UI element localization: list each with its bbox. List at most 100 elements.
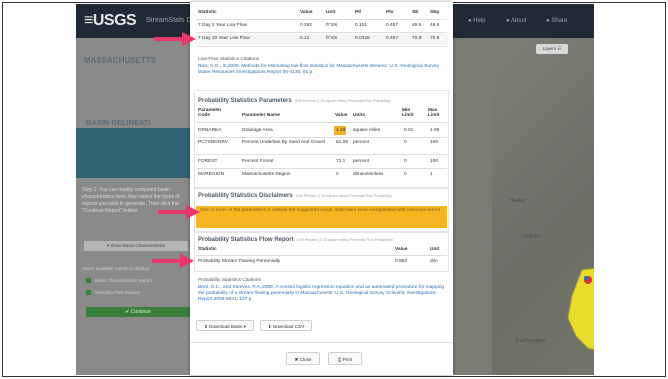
col-header-units: Units	[353, 113, 365, 118]
table-cell: dim	[430, 259, 438, 264]
col-header-pil: PIl	[355, 10, 361, 15]
show-basin-characteristics-button[interactable]: ▾ Show Basin Characteristics	[84, 241, 188, 251]
table-cell: 0.292	[300, 23, 313, 28]
table-divider	[196, 46, 447, 47]
layers-button[interactable]: Layers ☰	[536, 44, 568, 54]
checkbox-icon	[86, 278, 91, 284]
col-header-unit: Unit	[326, 10, 336, 15]
checkbox-icon	[86, 290, 91, 296]
table-cell: 70.8	[412, 36, 422, 41]
table-cell: 49.5	[412, 23, 422, 28]
table-divider	[196, 122, 447, 123]
table-cell: square miles	[353, 128, 381, 133]
table-cell: 0.0326	[355, 36, 370, 41]
table-cell: 70.8	[430, 36, 440, 41]
col-header-unit: Unit	[430, 247, 440, 252]
col-header-min-limit: Min Limit	[402, 108, 414, 118]
col-header-value: Value	[335, 113, 348, 118]
map-place-label: Easthampton	[516, 338, 546, 344]
table-cell: percent	[353, 140, 369, 145]
table-cell: 61.05	[336, 140, 349, 145]
checkbox-label: Basin Characteristics Report	[95, 278, 153, 283]
section-title: Probability Statistics Disclaimers (100 P…	[198, 193, 392, 199]
map-place-label: Hatfield	[522, 234, 539, 240]
table-cell: Massachusetts Region	[242, 172, 291, 177]
table-cell: 100	[430, 159, 439, 164]
section-title: Probability Statistics Flow Report (100 P…	[198, 237, 393, 243]
col-header-max-limit: Max Limit	[428, 108, 440, 118]
table-cell: 72.1	[336, 159, 346, 164]
table-cell: 1.33	[336, 128, 346, 133]
table-cell: 0.01	[404, 128, 414, 133]
table-cell: Drainage Area	[242, 128, 273, 133]
citations-title: Probability Statistics Citations	[198, 278, 261, 283]
annotation-arrow-icon	[152, 254, 194, 268]
table-cell: Percent Underlain By Sand And Gravel	[242, 140, 325, 145]
select-reports-label: Select available reports to display:	[82, 266, 151, 271]
table-cell: percent	[353, 159, 369, 164]
annotation-arrow-icon	[158, 205, 200, 219]
col-header-value: Value	[300, 10, 313, 15]
table-cell: 49.5	[430, 23, 440, 28]
table-cell: 0	[336, 172, 339, 177]
table-cell: 0.12	[300, 36, 310, 41]
table-cell: MAREGION	[198, 172, 225, 177]
annotation-arrow-icon	[154, 32, 196, 46]
low-flow-citation-link[interactable]: Ries, K.G., III,2000, Methods for estima…	[198, 64, 446, 76]
modal-footer-divider	[190, 342, 453, 343]
table-cell: ft^3/s	[326, 23, 338, 28]
col-header-param-code: Parameter Code	[198, 108, 222, 118]
table-cell: 7 Day 2 Year Low Flow	[198, 23, 248, 28]
col-header-statistic: Statistic	[198, 10, 217, 15]
table-cell: FOREST	[198, 159, 218, 164]
delineated-basin-polygon[interactable]	[564, 266, 594, 356]
citations-title: Low-Flow Statistics Citations	[198, 57, 260, 62]
table-cell: 1	[430, 172, 433, 177]
col-header-statistic: Statistic	[198, 247, 217, 252]
close-button[interactable]: ✖ Close	[286, 352, 320, 365]
col-header-plu: Plu	[386, 10, 394, 15]
basin-delineation-title: BASIN DELINEATI	[86, 118, 151, 127]
table-cell: 100	[430, 140, 439, 145]
basin-characteristics-checkbox[interactable]: Basin Characteristics Report	[86, 278, 153, 284]
col-header-sep: SEp	[430, 10, 440, 15]
help-link[interactable]: ● Help	[468, 18, 486, 24]
table-divider	[196, 137, 447, 138]
map-place-label: Hadley	[510, 198, 526, 204]
col-header-value: Value	[395, 247, 408, 252]
usgs-logo[interactable]: ≡USGS	[84, 12, 137, 30]
section-title: Probability Statistics Parameters (200 Pe…	[198, 98, 391, 104]
build-report-band	[76, 128, 192, 178]
scenario-flow-checkbox[interactable]: Scenario Flow Reports	[86, 290, 141, 296]
table-cell: DRNAREA	[198, 128, 222, 133]
table-cell: Probability Stream Flowing Perennially	[198, 259, 281, 264]
download-csv-button[interactable]: ⬇ Download CSV	[260, 320, 312, 331]
report-modal: Statistic Value Unit PIl Plu SE SEp 7 Da…	[190, 2, 453, 375]
table-cell: 0.497	[386, 36, 399, 41]
table-cell: 0.457	[386, 23, 399, 28]
table-cell: Percent Forest	[242, 159, 274, 164]
table-cell: dimensionless	[353, 172, 384, 177]
table-divider	[196, 154, 447, 155]
about-link[interactable]: ● About	[506, 18, 527, 24]
table-cell: 0.101	[355, 23, 368, 28]
download-basin-button[interactable]: ⬇ Download Basin ▾	[196, 320, 254, 331]
table-cell: 1.99	[430, 128, 440, 133]
checkbox-label: Scenario Flow Reports	[95, 290, 141, 295]
table-cell: 7 Day 10 Year Low Flow	[198, 36, 250, 41]
table-cell: ft^3/s	[326, 36, 338, 41]
parameters-section	[194, 90, 449, 188]
share-link[interactable]: ● Share	[546, 18, 567, 24]
table-divider	[196, 19, 447, 20]
continue-button[interactable]: ✔ Continue	[86, 307, 190, 317]
screenshot-stage: ≡USGS StreamStats Da... ● Help ● About ●…	[0, 0, 668, 379]
table-divider	[196, 32, 447, 33]
prob-citation-link[interactable]: Bent, G.C., and Steeves, P.A.,2006, A re…	[198, 285, 446, 303]
col-header-se: SE	[412, 10, 419, 15]
col-header-param-name: Parameter Name	[242, 113, 280, 118]
table-cell: 0.953	[395, 259, 408, 264]
table-divider	[196, 168, 447, 169]
state-title: MASSACHUSETTS	[84, 56, 157, 65]
print-button[interactable]: ⎙ Print	[328, 352, 362, 365]
table-cell: PCTSNDGRV	[198, 140, 229, 145]
